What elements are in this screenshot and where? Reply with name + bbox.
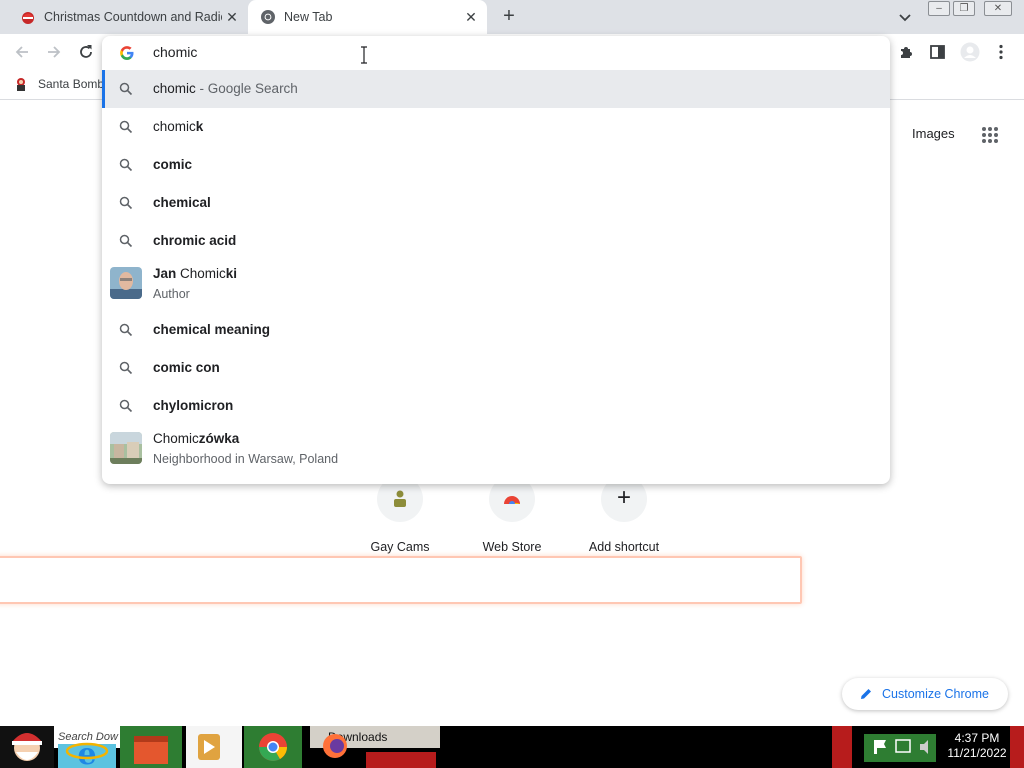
shortcut-gay-cams[interactable]: Gay Cams: [350, 476, 450, 554]
chrome-icon: [261, 10, 275, 24]
place-photo-thumbnail: [110, 432, 142, 464]
system-tray-icons[interactable]: [864, 726, 936, 768]
omnibox-dropdown: chomic - Google Search chomick comic che…: [102, 36, 890, 484]
shortcut-label: Gay Cams: [370, 540, 430, 554]
clock-time: 4:37 PM: [954, 731, 1000, 745]
plus-icon: +: [616, 484, 631, 511]
tab-christmas-countdown[interactable]: Christmas Countdown and Radio ✕: [8, 0, 248, 34]
file-manager-icon[interactable]: [120, 726, 182, 768]
customize-label: Customize Chrome: [882, 687, 989, 701]
christmas-radio-favicon-icon: [22, 12, 34, 24]
clock-date: 11/21/2022: [947, 746, 1007, 760]
suggestion-row[interactable]: chylomicron: [102, 387, 890, 425]
kebab-menu-icon[interactable]: [998, 44, 1004, 60]
close-window-button[interactable]: ✕: [984, 1, 1012, 16]
restore-button[interactable]: ❐: [953, 1, 975, 16]
search-icon: [119, 361, 133, 375]
tab-close-icon[interactable]: ✕: [461, 9, 481, 26]
shortcut-web-store[interactable]: Web Store: [462, 476, 562, 554]
add-shortcut-button[interactable]: + Add shortcut: [574, 476, 674, 554]
firefox-icon[interactable]: [312, 726, 362, 768]
tab-title: Christmas Countdown and Radio: [44, 10, 222, 24]
images-link[interactable]: Images: [912, 126, 955, 141]
side-panel-icon[interactable]: [930, 45, 945, 59]
search-icon: [119, 158, 133, 172]
text-cursor-ibeam-icon: [361, 46, 367, 64]
entity-suggestion-row[interactable]: Jan Chomicki Author: [102, 260, 890, 308]
suggestion-title: Jan Chomicki: [153, 266, 238, 281]
chrome-taskbar-icon[interactable]: [244, 726, 302, 768]
suggestion-row[interactable]: chromic acid: [102, 222, 890, 260]
suggestion-text: comic: [153, 157, 193, 172]
tab-title: New Tab: [284, 10, 333, 24]
suggestion-text: chomick: [153, 119, 204, 134]
forward-arrow-icon[interactable]: [44, 42, 64, 62]
address-bar-input[interactable]: [153, 44, 753, 60]
tab-new-tab[interactable]: New Tab ✕: [248, 0, 487, 34]
bookmark-label: Santa Bomb: [38, 77, 105, 91]
system-clock[interactable]: 4:37 PM 11/21/2022: [944, 731, 1010, 761]
suggestion-row[interactable]: chomic - Google Search: [102, 70, 890, 108]
search-icon: [119, 120, 133, 134]
svg-text:e: e: [77, 737, 96, 768]
minimize-button[interactable]: –: [928, 1, 950, 16]
suggestion-text: chemical: [153, 195, 211, 210]
customize-chrome-button[interactable]: Customize Chrome: [842, 678, 1008, 710]
bookmark-santa-bomb[interactable]: Santa Bomb: [14, 76, 104, 92]
suggestion-subtitle: Neighborhood in Warsaw, Poland: [153, 452, 339, 466]
suggestion-title: Chomiczówka: [153, 431, 240, 446]
media-player-icon[interactable]: [186, 726, 242, 768]
chevron-down-icon[interactable]: [896, 8, 914, 26]
reload-icon[interactable]: [76, 42, 96, 62]
web-store-icon: [504, 496, 520, 504]
extensions-puzzle-icon[interactable]: [898, 44, 914, 60]
tab-close-icon[interactable]: ✕: [222, 9, 242, 26]
people-icon: [394, 490, 406, 507]
taskbar-item-highlight: [366, 752, 436, 768]
new-tab-plus-icon[interactable]: +: [498, 5, 520, 27]
start-button[interactable]: [0, 726, 54, 768]
shortcut-label: Web Store: [482, 540, 542, 554]
tab-strip: Christmas Countdown and Radio ✕ New Tab …: [0, 0, 1024, 34]
suggestion-row[interactable]: comic con: [102, 349, 890, 387]
search-icon: [119, 399, 133, 413]
suggestion-text: chylomicron: [153, 398, 234, 413]
taskbar: Search Dow e Downloads 4:37 PM 11/21/202…: [0, 726, 1024, 768]
search-icon: [119, 196, 133, 210]
entity-suggestion-row[interactable]: Chomiczówka Neighborhood in Warsaw, Pola…: [102, 425, 890, 473]
show-desktop-button[interactable]: [1010, 726, 1024, 768]
back-arrow-icon[interactable]: [12, 42, 32, 62]
internet-explorer-icon[interactable]: e: [58, 726, 116, 768]
google-apps-grid-icon[interactable]: [981, 126, 999, 144]
suggestion-text: chromic acid: [153, 233, 237, 248]
pencil-icon: [861, 689, 871, 699]
shortcut-label: Add shortcut: [588, 540, 660, 554]
suggestion-row[interactable]: chemical meaning: [102, 311, 890, 349]
tray-item[interactable]: [832, 726, 852, 768]
search-icon: [119, 234, 133, 248]
profile-avatar-icon[interactable]: [960, 42, 980, 62]
suggestion-row[interactable]: chemical: [102, 184, 890, 222]
google-g-icon: [120, 46, 134, 60]
search-icon: [119, 82, 133, 96]
suggestion-text: chemical meaning: [153, 322, 271, 337]
ntp-search-box[interactable]: [0, 556, 802, 604]
search-icon: [119, 323, 133, 337]
suggestion-row[interactable]: comic: [102, 146, 890, 184]
santa-start-icon: [0, 726, 54, 768]
santa-icon: [17, 78, 25, 91]
suggestion-text: comic con: [153, 360, 220, 375]
suggestion-text: chomic - Google Search: [153, 81, 298, 96]
suggestion-row[interactable]: chomick: [102, 108, 890, 146]
author-photo-thumbnail: [110, 267, 142, 299]
suggestion-subtitle: Author: [153, 287, 190, 301]
